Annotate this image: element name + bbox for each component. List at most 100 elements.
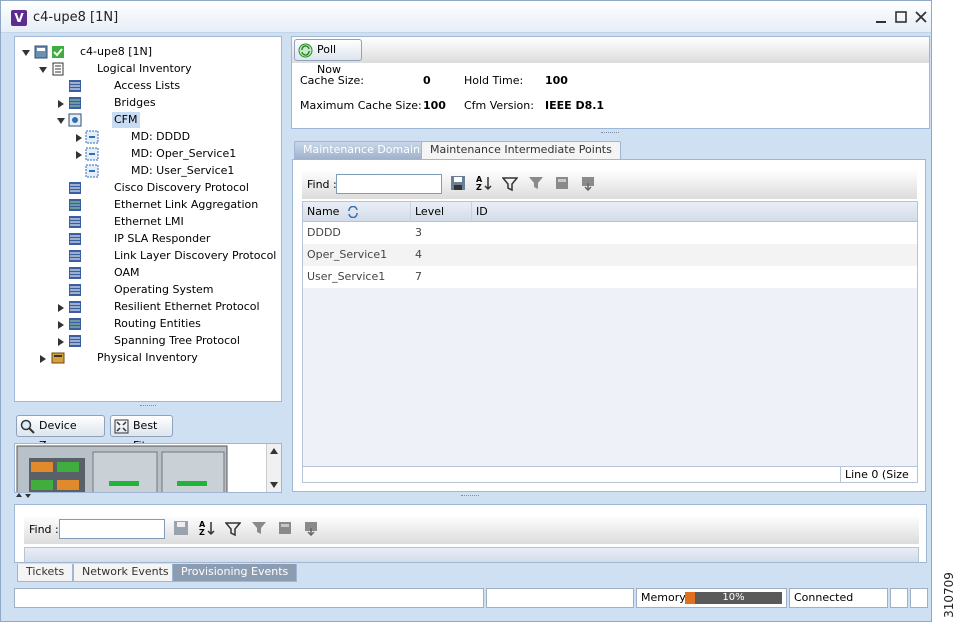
filter-icon[interactable] — [502, 176, 518, 192]
close-icon[interactable] — [913, 9, 929, 25]
memory-label: Memory: — [641, 591, 689, 604]
window-title: c4-upe8 [1N] — [33, 10, 119, 25]
show-all-icon[interactable] — [277, 520, 293, 536]
expand-arrow-icon[interactable] — [39, 355, 47, 363]
column-header-id[interactable]: ID — [472, 202, 917, 221]
svg-text:Z: Z — [476, 183, 482, 191]
rep-icon — [69, 301, 81, 313]
hold-time-label: Hold Time: — [464, 74, 524, 87]
expand-arrow-icon[interactable] — [75, 134, 83, 142]
sort-az-icon[interactable]: AZ — [199, 520, 215, 536]
tree-item-lldp[interactable]: Link Layer Discovery Protocol — [114, 248, 276, 264]
maintenance-domains-panel: Find : AZ Name Level ID DDDD 3 Oper_Serv… — [292, 159, 926, 492]
filter-icon[interactable] — [225, 521, 241, 537]
properties-toolbar — [292, 37, 929, 63]
tab-provisioning-events[interactable]: Provisioning Events — [172, 564, 298, 582]
tree-item-access-lists[interactable]: Access Lists — [114, 78, 180, 94]
cell-name: User_Service1 — [307, 270, 386, 283]
minimize-icon[interactable] — [873, 9, 889, 25]
splitter-handle[interactable] — [140, 405, 156, 408]
cell-name: Oper_Service1 — [307, 248, 388, 261]
splitter-handle[interactable] — [601, 132, 619, 135]
status-section — [486, 588, 634, 608]
table-row[interactable]: Oper_Service1 4 — [303, 244, 917, 266]
cfm-version-value: IEEE D8.1 — [545, 99, 605, 112]
tree-item-ela[interactable]: Ethernet Link Aggregation — [114, 197, 258, 213]
tree-item-routing[interactable]: Routing Entities — [114, 316, 201, 332]
sort-az-icon[interactable]: AZ — [476, 175, 492, 191]
expand-arrow-icon[interactable] — [57, 321, 65, 329]
best-fit-button[interactable]: Best Fit — [110, 415, 173, 452]
tree-item-root[interactable]: c4-upe8 [1N] — [80, 44, 152, 60]
expand-arrow-icon[interactable] — [57, 100, 65, 108]
table-row[interactable]: DDDD 3 — [303, 222, 917, 244]
status-ok-icon — [52, 46, 64, 58]
events-table-header — [24, 547, 919, 562]
export-icon[interactable] — [303, 520, 319, 536]
splitter-handle[interactable] — [461, 495, 479, 498]
export-icon[interactable] — [580, 175, 596, 191]
column-header-name[interactable]: Name — [303, 202, 411, 221]
domains-table: Name Level ID DDDD 3 Oper_Service1 4 Use… — [302, 201, 918, 483]
table-row[interactable]: User_Service1 7 — [303, 266, 917, 288]
poll-now-button[interactable]: Poll Now — [294, 39, 362, 76]
svg-text:Z: Z — [199, 528, 205, 536]
advanced-filter-icon[interactable] — [528, 175, 544, 191]
title-bar[interactable]: V c4-upe8 [1N] — [1, 1, 931, 33]
tab-maintenance-domains[interactable]: Maintenance Domains — [294, 141, 435, 159]
table-header: Name Level ID — [303, 202, 917, 222]
tree-item-ipsla[interactable]: IP SLA Responder — [114, 231, 210, 247]
tab-network-events[interactable]: Network Events — [73, 564, 178, 582]
vertical-scrollbar[interactable] — [266, 444, 281, 492]
tab-tickets[interactable]: Tickets — [17, 564, 74, 582]
advanced-filter-icon[interactable] — [251, 520, 267, 536]
tree-item-md-user[interactable]: MD: User_Service1 — [131, 163, 234, 179]
app-logo-icon: V — [11, 10, 27, 26]
tab-maintenance-intermediate-points[interactable]: Maintenance Intermediate Points — [421, 141, 621, 159]
cdp-icon — [69, 182, 81, 194]
cfm-icon — [68, 113, 82, 127]
column-header-level[interactable]: Level — [411, 202, 472, 221]
tree-item-rep[interactable]: Resilient Ethernet Protocol — [114, 299, 260, 315]
tree-item-os[interactable]: Operating System — [114, 282, 214, 298]
access-lists-icon — [69, 80, 81, 92]
expand-arrow-icon[interactable] — [57, 338, 65, 346]
expand-arrow-icon[interactable] — [57, 304, 65, 312]
save-icon[interactable] — [173, 520, 189, 536]
save-icon[interactable] — [450, 175, 466, 191]
collapse-toggle-icon[interactable] — [15, 491, 33, 501]
inventory-tree: c4-upe8 [1N] Logical Inventory Access Li… — [14, 36, 282, 402]
main-window: V c4-upe8 [1N] c4-upe8 [1N] Logical Inve… — [0, 0, 932, 622]
tree-item-md-dddd[interactable]: MD: DDDD — [131, 129, 190, 145]
tree-item-stp[interactable]: Spanning Tree Protocol — [114, 333, 240, 349]
tree-item-cfm[interactable]: CFM — [112, 112, 140, 128]
tree-item-physical-inventory[interactable]: Physical Inventory — [97, 350, 198, 366]
refresh-icon — [298, 43, 313, 58]
logical-inventory-icon — [52, 62, 64, 76]
stp-icon — [69, 335, 81, 347]
scroll-down-icon[interactable] — [270, 481, 278, 489]
tree-item-elmi[interactable]: Ethernet LMI — [114, 214, 184, 230]
scroll-up-icon[interactable] — [270, 447, 278, 455]
device-icon — [34, 45, 48, 59]
tree-item-oam[interactable]: OAM — [114, 265, 139, 281]
tree-item-bridges[interactable]: Bridges — [114, 95, 156, 111]
device-view[interactable] — [14, 443, 282, 493]
cell-level: 4 — [415, 248, 422, 261]
find-input[interactable] — [336, 174, 442, 194]
tree-item-logical-inventory[interactable]: Logical Inventory — [97, 61, 192, 77]
collapse-arrow-icon[interactable] — [57, 117, 65, 125]
connection-status: Connected — [789, 588, 888, 608]
maximize-icon[interactable] — [893, 9, 909, 25]
tree-item-md-oper[interactable]: MD: Oper_Service1 — [131, 146, 236, 162]
expand-arrow-icon[interactable] — [75, 151, 83, 159]
events-find-label: Find : — [29, 523, 59, 536]
collapse-arrow-icon[interactable] — [39, 66, 47, 74]
hold-time-value: 100 — [545, 74, 568, 87]
collapse-arrow-icon[interactable] — [22, 49, 30, 57]
events-find-input[interactable] — [59, 519, 165, 539]
tree-item-cdp[interactable]: Cisco Discovery Protocol — [114, 180, 249, 196]
show-all-icon[interactable] — [554, 175, 570, 191]
max-cache-value: 100 — [423, 99, 446, 112]
device-zoom-button[interactable]: Device Zoom — [16, 415, 105, 452]
